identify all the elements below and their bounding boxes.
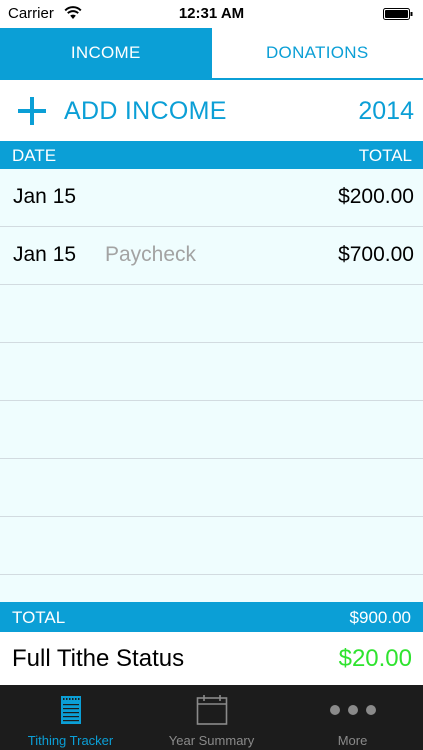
table-row[interactable]: Jan 15 $200.00: [0, 169, 423, 227]
row-amount: $700.00: [338, 243, 414, 266]
tithe-status-label: Full Tithe Status: [12, 645, 185, 672]
total-label: TOTAL: [12, 608, 66, 627]
row-amount: $200.00: [338, 185, 414, 208]
column-header-total: TOTAL: [358, 146, 412, 165]
segment-control: INCOME DONATIONS: [0, 28, 423, 80]
table-row[interactable]: Jan 15 Paycheck $700.00: [0, 227, 423, 285]
column-header-date: DATE: [12, 146, 57, 165]
income-list[interactable]: Jan 15 $200.00 Jan 15 Paycheck $700.00: [0, 169, 423, 602]
battery-icon: [383, 8, 413, 20]
plus-icon[interactable]: [18, 97, 46, 125]
status-time: 12:31 AM: [178, 5, 245, 22]
row-note: Paycheck: [105, 243, 197, 266]
table-header: DATE TOTAL: [0, 141, 423, 169]
status-bar: Carrier 12:31 AM: [0, 0, 423, 28]
more-dots-icon: [329, 705, 376, 715]
calendar-icon: [196, 695, 227, 725]
tab-donations[interactable]: DONATIONS: [211, 28, 423, 78]
add-income-row: ADD INCOME 2014: [0, 82, 423, 140]
tab-bar: Tithing Tracker Year Summary More: [0, 685, 423, 750]
empty-row: [0, 517, 423, 575]
tithe-status-row: Full Tithe Status $20.00: [0, 632, 423, 685]
tab-bar-label: More: [337, 733, 368, 748]
tab-income[interactable]: INCOME: [0, 28, 212, 78]
notepad-icon: [60, 696, 81, 724]
tithe-status-value: $20.00: [338, 645, 412, 672]
empty-row: [0, 401, 423, 459]
add-income-button[interactable]: ADD INCOME: [64, 97, 227, 126]
row-date: Jan 15: [13, 243, 77, 266]
total-value: $900.00: [349, 608, 411, 627]
total-bar: TOTAL $900.00: [0, 602, 423, 632]
tab-bar-label: Year Summary: [168, 733, 255, 748]
empty-row: [0, 285, 423, 343]
tab-bar-label: Tithing Tracker: [27, 733, 114, 748]
tab-bar-item-more[interactable]: More: [282, 685, 423, 750]
empty-row: [0, 343, 423, 401]
tab-income-label: INCOME: [70, 43, 141, 62]
tab-bar-item-year-summary[interactable]: Year Summary: [141, 685, 282, 750]
empty-row: [0, 459, 423, 517]
tab-donations-label: DONATIONS: [265, 43, 369, 62]
year-selector[interactable]: 2014: [358, 97, 414, 126]
tab-bar-item-tithing-tracker[interactable]: Tithing Tracker: [0, 685, 141, 750]
row-date: Jan 15: [13, 185, 77, 208]
